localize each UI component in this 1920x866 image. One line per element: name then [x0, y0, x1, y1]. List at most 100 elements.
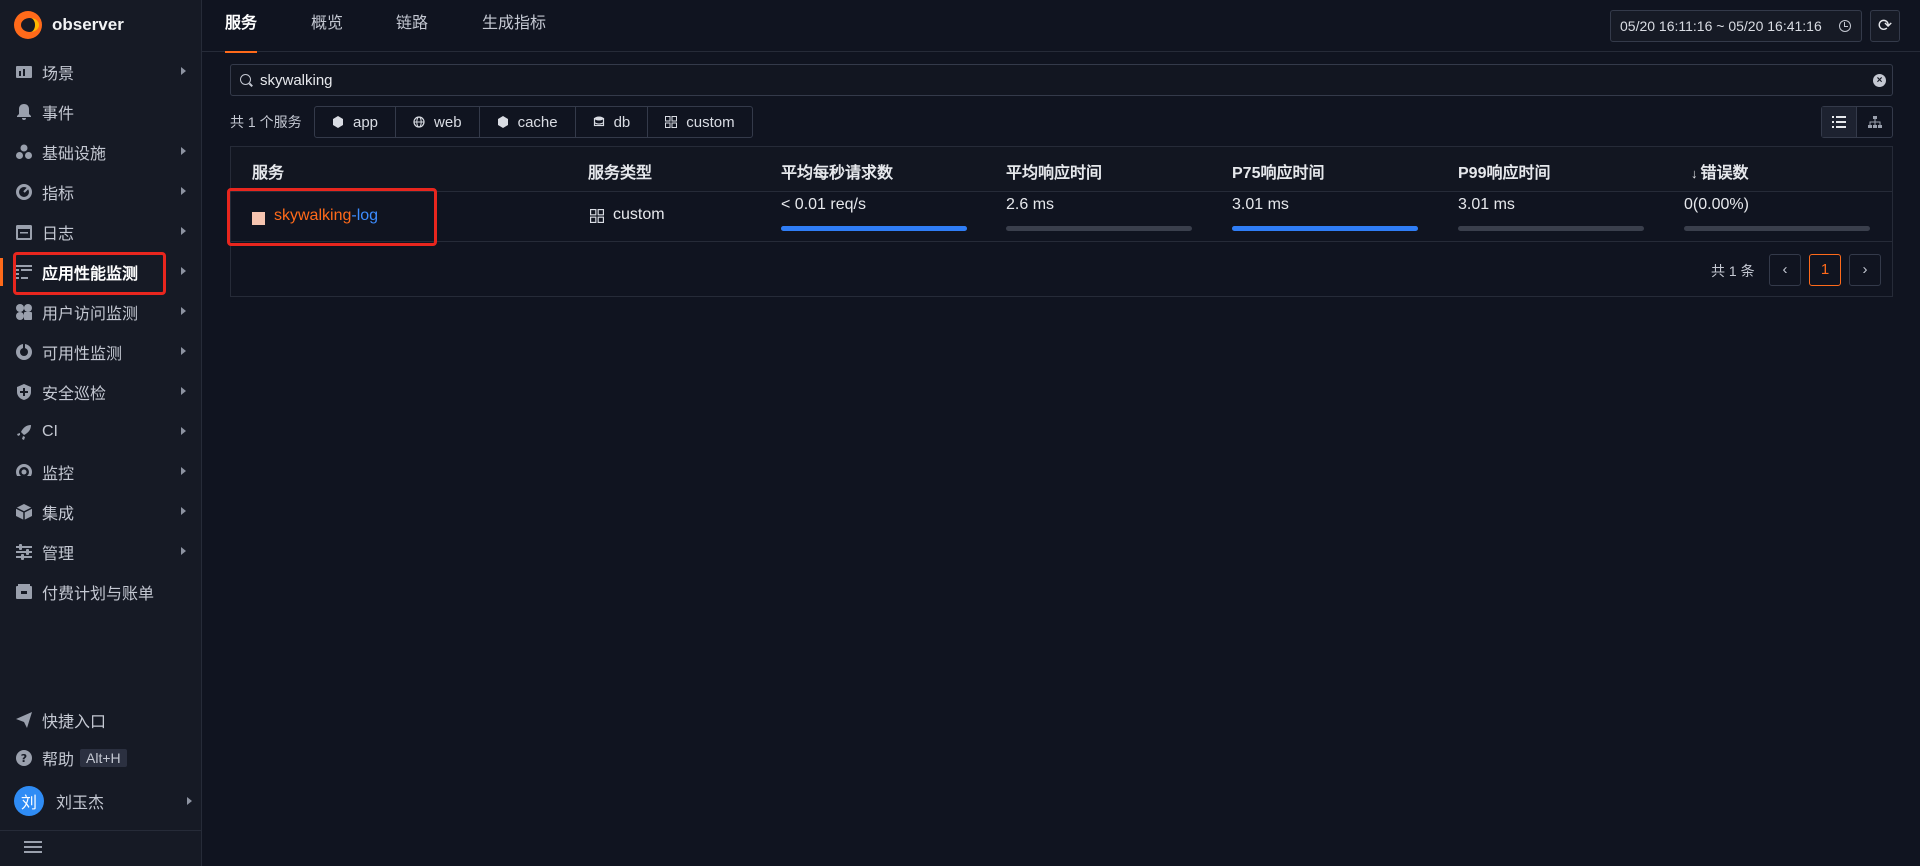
chevron-left-icon: ‹ [1782, 261, 1788, 278]
sidebar-item-events[interactable]: 事件 [0, 92, 202, 132]
col-avg-rps[interactable]: 平均每秒请求数 [781, 159, 893, 183]
filter-cache[interactable]: cache [480, 107, 576, 137]
caret-right-icon [181, 547, 186, 555]
sidebar-item-billing[interactable]: 付费计划与账单 [0, 572, 202, 612]
service-type: custom [613, 206, 665, 223]
rum-icon [14, 302, 34, 322]
list-icon [1832, 116, 1846, 128]
p75-bar-fill [1232, 226, 1418, 231]
filter-db[interactable]: db [576, 107, 649, 137]
p99-bar [1458, 226, 1644, 231]
page-button-current[interactable]: 1 [1809, 254, 1841, 286]
table-header: 服务 服务类型 平均每秒请求数 平均响应时间 P75响应时间 P99响应时间 ↓… [231, 147, 1892, 192]
col-service-type[interactable]: 服务类型 [588, 159, 652, 183]
globe-icon [413, 116, 425, 128]
sidebar-item-ci[interactable]: CI [0, 412, 202, 452]
sidebar-item-label: CI [42, 423, 58, 440]
topology-icon [1867, 116, 1882, 128]
filter-app[interactable]: app [315, 107, 397, 137]
user-name: 刘玉杰 [56, 795, 105, 812]
sidebar-item-label: 指标 [42, 186, 75, 203]
sidebar-item-label: 事件 [42, 106, 75, 123]
sidebar-item-integration[interactable]: 集成 [0, 492, 202, 532]
shortcut-label: 快捷入口 [42, 714, 107, 731]
highlight-box-service [227, 188, 437, 246]
svg-text:?: ? [21, 752, 27, 765]
caret-right-icon [181, 387, 186, 395]
filter-web[interactable]: web [396, 107, 480, 137]
col-p99[interactable]: P99响应时间 [1458, 159, 1550, 183]
sidebar-item-label: 可用性监测 [42, 346, 123, 363]
caret-right-icon [181, 187, 186, 195]
time-range-picker[interactable]: 05/20 16:11:16 ~ 05/20 16:41:16 [1610, 10, 1862, 42]
topology-view-button[interactable] [1857, 107, 1892, 137]
sidebar-item-label: 监控 [42, 466, 75, 483]
monitor-icon [14, 462, 34, 482]
caret-right-icon [181, 267, 186, 275]
tab-overview[interactable]: 概览 [311, 0, 343, 52]
sidebar-item-label: 安全巡检 [42, 386, 107, 403]
highlight-box-nav [13, 252, 166, 295]
avg-rps-bar [781, 226, 967, 231]
clock-icon [1839, 20, 1851, 32]
tab-generate-metrics[interactable]: 生成指标 [482, 0, 546, 52]
time-range-text: 05/20 16:11:16 ~ 05/20 16:41:16 [1620, 18, 1822, 34]
col-p75[interactable]: P75响应时间 [1232, 159, 1324, 183]
caret-right-icon [181, 67, 186, 75]
search-icon [240, 74, 251, 85]
shortcut-entry[interactable]: 快捷入口 [0, 701, 202, 739]
sidebar-item-logs[interactable]: 日志 [0, 212, 202, 252]
cache-icon [497, 116, 508, 128]
sort-desc-icon: ↓ [1691, 166, 1698, 181]
user-menu[interactable]: 刘 刘玉杰 [14, 784, 194, 818]
next-page-button[interactable]: › [1849, 254, 1881, 286]
collapse-sidebar-icon[interactable] [24, 841, 42, 855]
sidebar-item-label: 基础设施 [42, 146, 107, 163]
send-icon [14, 710, 34, 730]
services-table: 服务 服务类型 平均每秒请求数 平均响应时间 P75响应时间 P99响应时间 ↓… [230, 146, 1893, 297]
sidebar-item-scenes[interactable]: 场景 [0, 52, 202, 92]
avg-resp-value: 2.6 ms [1006, 196, 1055, 213]
tab-services[interactable]: 服务 [225, 0, 258, 53]
sidebar-item-availability[interactable]: 可用性监测 [0, 332, 202, 372]
col-avg-resp[interactable]: 平均响应时间 [1006, 159, 1102, 183]
log-icon [14, 222, 34, 242]
filter-label: app [353, 113, 379, 131]
refresh-icon: ⟳ [1877, 16, 1893, 35]
col-errors[interactable]: ↓ 错误数 [1691, 159, 1749, 183]
sidebar-item-label: 集成 [42, 506, 75, 523]
avg-rps-bar-fill [781, 226, 967, 231]
clear-icon[interactable]: × [1873, 74, 1886, 87]
help-icon: ? [14, 748, 34, 768]
help-shortcut: Alt+H [80, 749, 127, 767]
col-errors-label: 错误数 [1700, 165, 1749, 182]
sidebar-item-monitoring[interactable]: 监控 [0, 452, 202, 492]
filter-custom[interactable]: custom [648, 107, 751, 137]
prev-page-button[interactable]: ‹ [1769, 254, 1801, 286]
search-input[interactable]: skywalking × [230, 64, 1893, 96]
help-label: 帮助 [42, 752, 75, 769]
errors-value: 0(0.00%) [1684, 196, 1749, 213]
service-type-filters: app web cache db custom [314, 106, 753, 138]
caret-right-icon [181, 507, 186, 515]
rocket-icon [14, 422, 34, 442]
p75-value: 3.01 ms [1232, 196, 1289, 213]
sidebar-bottom: 快捷入口 ? 帮助 Alt+H [0, 701, 202, 777]
sidebar-item-infrastructure[interactable]: 基础设施 [0, 132, 202, 172]
app-logo[interactable]: observer [14, 10, 124, 40]
p75-bar [1232, 226, 1418, 231]
col-service[interactable]: 服务 [252, 159, 284, 183]
service-count: 共 1 个服务 [230, 114, 302, 130]
sidebar-item-rum[interactable]: 用户访问监测 [0, 292, 202, 332]
logo-icon [14, 11, 42, 39]
list-view-button[interactable] [1822, 107, 1858, 137]
sidebar-item-management[interactable]: 管理 [0, 532, 202, 572]
app-name: observer [52, 15, 124, 34]
refresh-button[interactable]: ⟳ [1870, 10, 1900, 42]
table-row[interactable]: skywalking-log custom < 0.01 req/s 2.6 m… [231, 192, 1892, 242]
tab-traces[interactable]: 链路 [396, 0, 428, 52]
sidebar-item-security[interactable]: 安全巡检 [0, 372, 202, 412]
help-entry[interactable]: ? 帮助 Alt+H [0, 739, 202, 777]
sidebar-item-metrics[interactable]: 指标 [0, 172, 202, 212]
chevron-right-icon: › [1862, 261, 1868, 278]
